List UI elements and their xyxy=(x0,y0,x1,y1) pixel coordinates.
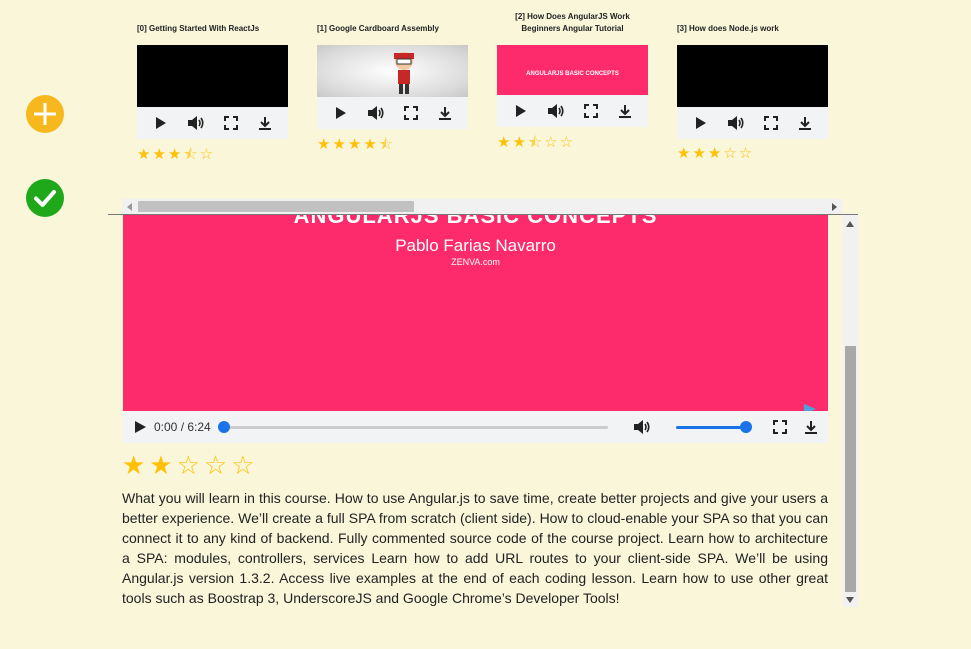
star-rating[interactable]: ★★★☆☆ xyxy=(677,144,754,162)
fullscreen-icon[interactable] xyxy=(764,116,779,130)
download-icon[interactable] xyxy=(258,116,272,131)
download-icon[interactable] xyxy=(438,106,452,121)
scroll-down-icon[interactable] xyxy=(846,597,854,603)
horizontal-scrollbar[interactable] xyxy=(122,199,842,214)
video-thumbnail[interactable]: ANGULARJS BASIC CONCEPTS xyxy=(497,45,648,95)
volume-track[interactable] xyxy=(676,426,746,429)
progress-knob[interactable] xyxy=(218,421,230,433)
volume-icon[interactable] xyxy=(367,105,385,121)
play-icon[interactable] xyxy=(513,104,527,118)
character-illustration xyxy=(394,52,414,94)
fullscreen-icon[interactable] xyxy=(404,106,419,120)
play-icon[interactable] xyxy=(153,116,167,130)
video-frame-org: ZENVA.com xyxy=(451,257,500,267)
vertical-scrollbar[interactable] xyxy=(843,215,858,607)
scroll-thumb[interactable] xyxy=(845,346,856,592)
star-rating[interactable]: ★★⯪☆☆ xyxy=(497,132,575,157)
main-star-rating[interactable]: ★★☆☆☆ xyxy=(122,450,259,481)
fullscreen-icon[interactable] xyxy=(584,104,599,118)
video-thumbnail[interactable] xyxy=(317,45,468,97)
video-thumbnail[interactable] xyxy=(137,45,288,107)
mute-button[interactable] xyxy=(633,411,651,443)
star-rating[interactable]: ★★★★⯪ xyxy=(317,134,395,159)
video-controls xyxy=(137,107,288,139)
plus-circle-icon xyxy=(34,103,56,125)
volume-knob[interactable] xyxy=(740,421,752,433)
video-title: [2] How Does AngularJS Work Beginners An… xyxy=(515,12,630,33)
scroll-thumb[interactable] xyxy=(138,201,414,212)
video-title: [0] Getting Started With ReactJs xyxy=(137,24,260,33)
time-display: 0:00 / 6:24 xyxy=(154,420,211,434)
video-thumbnail[interactable] xyxy=(677,45,828,107)
video-controls xyxy=(497,95,648,127)
video-frame-title: ANGULARJS BASIC CONCEPTS xyxy=(293,215,658,228)
add-button[interactable] xyxy=(26,95,64,133)
video-strip: [0] Getting Started With ReactJs ★★★⯪☆ [… xyxy=(108,0,858,215)
scroll-right-icon[interactable] xyxy=(830,203,838,211)
course-description: What you will learn in this course. How … xyxy=(122,490,828,606)
volume-icon[interactable] xyxy=(547,103,565,119)
download-icon[interactable] xyxy=(798,116,812,131)
download-icon xyxy=(805,420,817,434)
video-frame-author: Pablo Farias Navarro xyxy=(395,236,556,255)
volume-icon[interactable] xyxy=(727,115,745,131)
volume-icon xyxy=(634,420,650,434)
play-icon xyxy=(135,421,146,433)
video-title: [3] How does Node.js work xyxy=(677,24,779,33)
scroll-up-icon[interactable] xyxy=(846,221,854,227)
video-title: [1] Google Cardboard Assembly xyxy=(317,24,439,33)
fullscreen-icon[interactable] xyxy=(224,116,239,130)
star-rating[interactable]: ★★★⯪☆ xyxy=(137,144,215,169)
progress-track[interactable] xyxy=(224,426,608,429)
video-controls xyxy=(677,107,828,139)
download-button[interactable] xyxy=(804,411,818,443)
play-icon[interactable] xyxy=(333,106,347,120)
check-circle-icon xyxy=(34,190,56,207)
main-video[interactable]: ANGULARJS BASIC CONCEPTS Pablo Farias Na… xyxy=(123,215,828,443)
fullscreen-icon xyxy=(773,420,787,434)
play-icon[interactable] xyxy=(693,116,707,130)
download-icon[interactable] xyxy=(618,104,632,119)
thumbnail-text: ANGULARJS BASIC CONCEPTS xyxy=(526,71,619,77)
done-button[interactable] xyxy=(26,179,64,217)
video-controls xyxy=(317,97,468,129)
fullscreen-button[interactable] xyxy=(773,411,787,443)
volume-icon[interactable] xyxy=(187,115,205,131)
main-video-controls: 0:00 / 6:24 xyxy=(123,411,828,443)
play-button[interactable] xyxy=(133,411,147,443)
scroll-left-icon[interactable] xyxy=(126,203,134,211)
